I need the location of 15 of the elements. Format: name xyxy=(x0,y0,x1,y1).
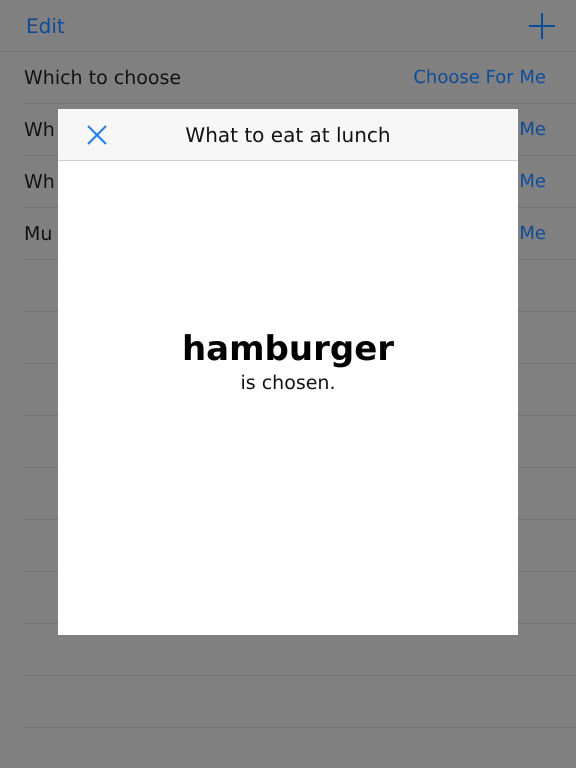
close-icon xyxy=(87,124,107,144)
choose-for-me-button[interactable]: Me xyxy=(519,119,546,140)
close-button[interactable] xyxy=(86,124,108,146)
edit-button[interactable]: Edit xyxy=(26,14,65,38)
choose-for-me-button[interactable]: Choose For Me xyxy=(413,67,546,88)
chosen-result: hamburger xyxy=(182,331,394,368)
add-icon[interactable] xyxy=(528,12,556,40)
row-title: Mu xyxy=(24,222,52,244)
choose-for-me-button[interactable]: Me xyxy=(519,223,546,244)
row-title: Which to choose xyxy=(24,66,182,88)
choose-for-me-button[interactable]: Me xyxy=(519,171,546,192)
modal-title: What to eat at lunch xyxy=(185,122,391,146)
row-title: Wh xyxy=(24,170,55,192)
row-title: Wh xyxy=(24,118,55,140)
result-caption: is chosen. xyxy=(240,372,336,394)
